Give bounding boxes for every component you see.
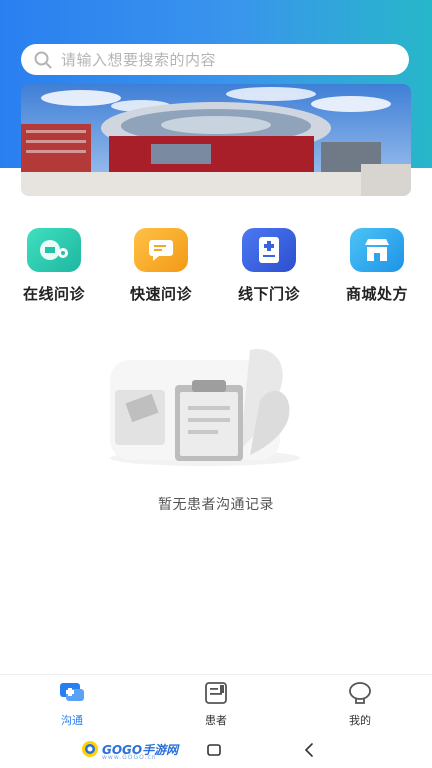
search-bar[interactable]: 请输入想要搜索的内容 (21, 44, 409, 75)
tab-patients[interactable]: 患者 (176, 681, 256, 728)
banner-image[interactable] (21, 84, 411, 196)
chat-icon (60, 683, 84, 701)
back-button-icon[interactable] (302, 741, 316, 759)
quick-action-label: 快速问诊 (129, 285, 192, 303)
search-input[interactable]: 请输入想要搜索的内容 (61, 49, 216, 70)
quick-action-label: 在线问诊 (22, 285, 85, 303)
quick-consult-icon (134, 228, 188, 272)
watermark-subtext: www.GOGO.cn (102, 754, 157, 761)
quick-action-label: 商城处方 (345, 285, 408, 303)
quick-action-quick-consult[interactable]: 快速问诊 (121, 228, 201, 304)
bottom-tabbar: 沟通 患者 我的 (0, 674, 432, 732)
stadium-photo (21, 84, 411, 196)
profile-icon (349, 682, 371, 704)
quick-action-offline-clinic[interactable]: 线下门诊 (229, 228, 309, 304)
quick-action-store[interactable]: 商城处方 (337, 228, 417, 304)
tab-me[interactable]: 我的 (320, 681, 400, 728)
watermark-icon (82, 741, 98, 757)
store-icon (350, 228, 404, 272)
quick-action-online-consult[interactable]: 在线问诊 (14, 228, 94, 304)
tab-patients-label: 患者 (205, 714, 227, 727)
online-consult-icon (27, 228, 81, 272)
empty-state-illustration (110, 349, 300, 466)
patients-icon (205, 682, 227, 704)
tab-chat[interactable]: 沟通 (32, 681, 112, 728)
tab-me-label: 我的 (349, 714, 371, 727)
quick-action-label: 线下门诊 (237, 285, 300, 303)
empty-state-text: 暂无患者沟通记录 (158, 497, 274, 513)
tab-chat-label: 沟通 (61, 714, 83, 727)
quick-actions: 在线问诊 快速问诊 线下门诊 商城处方 (0, 228, 432, 308)
offline-clinic-icon (242, 228, 296, 272)
system-navigation-bar: GOGO手游网 www.GOGO.cn (0, 732, 432, 768)
watermark-logo: GOGO手游网 www.GOGO.cn (80, 738, 178, 761)
search-icon (34, 51, 52, 68)
home-button-icon[interactable] (206, 743, 222, 757)
